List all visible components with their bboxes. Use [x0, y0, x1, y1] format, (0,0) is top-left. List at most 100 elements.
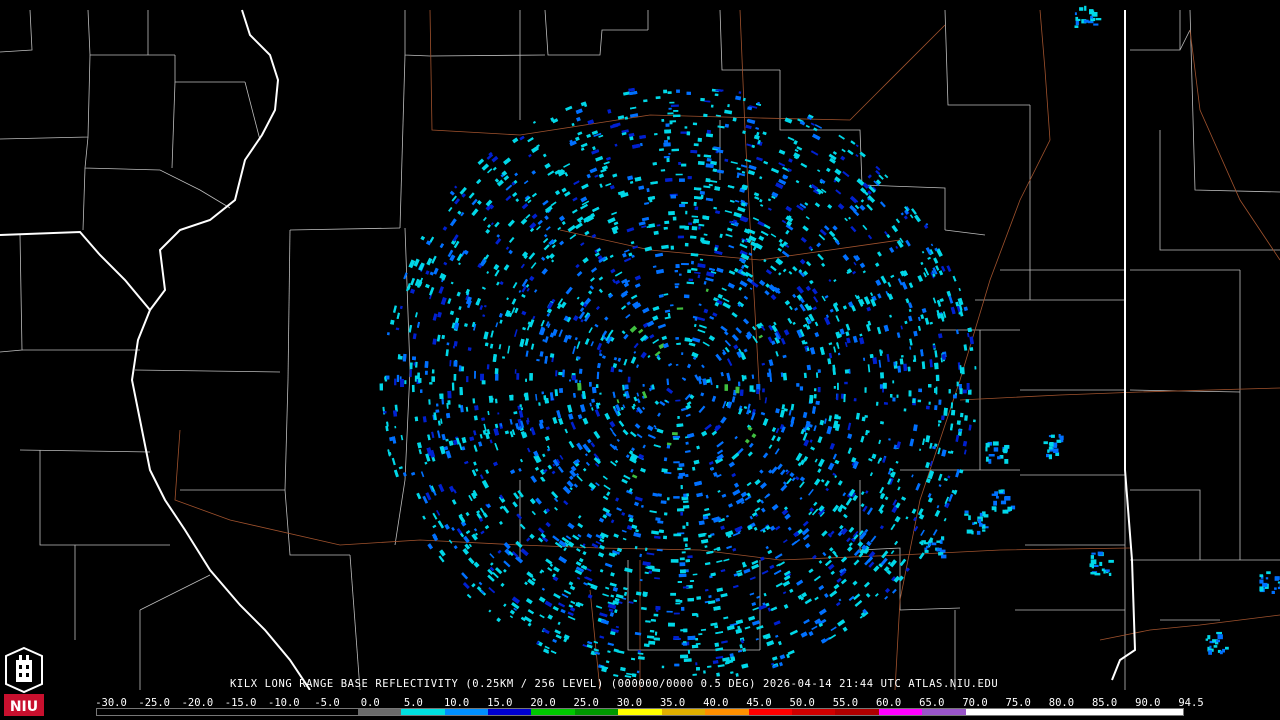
echo-gate: [695, 638, 699, 641]
echo-gate: [633, 351, 637, 354]
echo-gate: [608, 608, 614, 612]
echo-gate: [490, 330, 494, 338]
echo-gate: [654, 427, 658, 430]
county-border: [134, 369, 281, 373]
echo-gate: [620, 667, 626, 672]
echo-gate: [390, 319, 395, 325]
echo-gate: [674, 283, 680, 286]
echo-gate: [859, 151, 866, 158]
echo-gate: [678, 472, 686, 477]
echo-gate: [490, 222, 494, 226]
logo-text: NIU: [10, 699, 38, 715]
echo-gate: [923, 272, 927, 278]
echo-gate: [651, 568, 661, 573]
echo-gate: [720, 325, 728, 333]
echo-gate: [877, 293, 882, 299]
echo-gate: [668, 622, 675, 627]
echo-gate: [649, 198, 653, 203]
echo-gate: [446, 342, 450, 346]
echo-gate: [834, 168, 842, 176]
echo-gate: [714, 250, 723, 255]
echo-gate: [402, 472, 407, 477]
echo-gate: [555, 370, 558, 377]
echo-gate: [908, 308, 912, 313]
echo-gate: [453, 360, 458, 367]
echo-gate: [743, 405, 748, 410]
echo-gate: [561, 593, 569, 598]
echo-gate: [859, 615, 863, 619]
echo-gate: [624, 567, 633, 573]
echo-gate: [621, 529, 627, 533]
echo-gate: [763, 592, 767, 597]
echo-gate: [577, 514, 582, 519]
echo-gate: [842, 253, 850, 262]
echo-gate: [758, 235, 765, 242]
echo-gate: [644, 547, 648, 551]
echo-gate: [654, 252, 664, 258]
echo-gate: [912, 424, 918, 432]
echo-gate: [973, 419, 976, 423]
echo-gate: [705, 277, 714, 282]
echo-gate: [575, 561, 582, 567]
echo-gate: [587, 640, 593, 645]
echo-gate: [862, 270, 866, 274]
echo-gate: [703, 113, 708, 117]
echo-gate: [588, 381, 592, 387]
echo-gate: [844, 341, 848, 348]
echo-gate: [725, 233, 733, 238]
echo-gate: [784, 506, 788, 511]
echo-gate: [879, 421, 884, 425]
echo-gate: [599, 569, 604, 573]
echo-gate: [609, 612, 614, 617]
echo-gate: [625, 454, 630, 459]
echo-gate: [628, 517, 634, 523]
county-border: [1189, 9, 1280, 193]
echo-gate: [903, 408, 907, 412]
echo-gate: [732, 584, 739, 589]
echo-gate: [886, 353, 890, 363]
echo-gate: [964, 510, 969, 514]
echo-gate: [595, 384, 599, 389]
echo-gate: [824, 480, 830, 487]
echo-gate: [859, 337, 865, 345]
echo-gate: [663, 226, 668, 230]
radar-site-marker: [673, 378, 685, 390]
echo-gate: [963, 306, 968, 312]
echo-gate: [608, 329, 614, 336]
echo-gate: [903, 363, 908, 372]
echo-gate: [505, 246, 510, 250]
echo-gate: [712, 312, 718, 317]
echo-gate: [768, 444, 773, 449]
echo-gate: [732, 117, 737, 122]
echo-gate: [785, 229, 790, 235]
echo-gate: [599, 392, 602, 395]
echo-gate: [779, 409, 785, 418]
echo-gate: [799, 386, 804, 391]
echo-gate: [571, 122, 575, 127]
echo-gate: [540, 320, 545, 327]
echo-gate: [471, 583, 476, 588]
echo-gate: [567, 224, 576, 233]
echo-gate: [778, 662, 783, 667]
echo-gate: [392, 305, 397, 313]
echo-gate: [946, 265, 952, 272]
echo-gate: [673, 109, 679, 112]
echo-gate: [518, 410, 524, 418]
echo-gate: [565, 286, 573, 295]
echo-gate: [429, 271, 434, 276]
echo-gate: [950, 409, 956, 416]
echo-gate: [925, 405, 930, 410]
echo-gate: [691, 337, 701, 343]
echo-gate: [670, 104, 679, 107]
echo-gate: [527, 199, 532, 204]
echo-gate: [801, 527, 810, 536]
echo-gate: [604, 562, 613, 568]
echo-gate: [448, 206, 453, 212]
echo-gate: [590, 267, 598, 273]
echo-gate: [629, 431, 637, 438]
echo-gate: [759, 469, 764, 474]
echo-gate: [631, 657, 636, 661]
echo-gate: [819, 228, 827, 236]
echo-gate: [736, 173, 740, 179]
echo-gate: [726, 372, 731, 382]
